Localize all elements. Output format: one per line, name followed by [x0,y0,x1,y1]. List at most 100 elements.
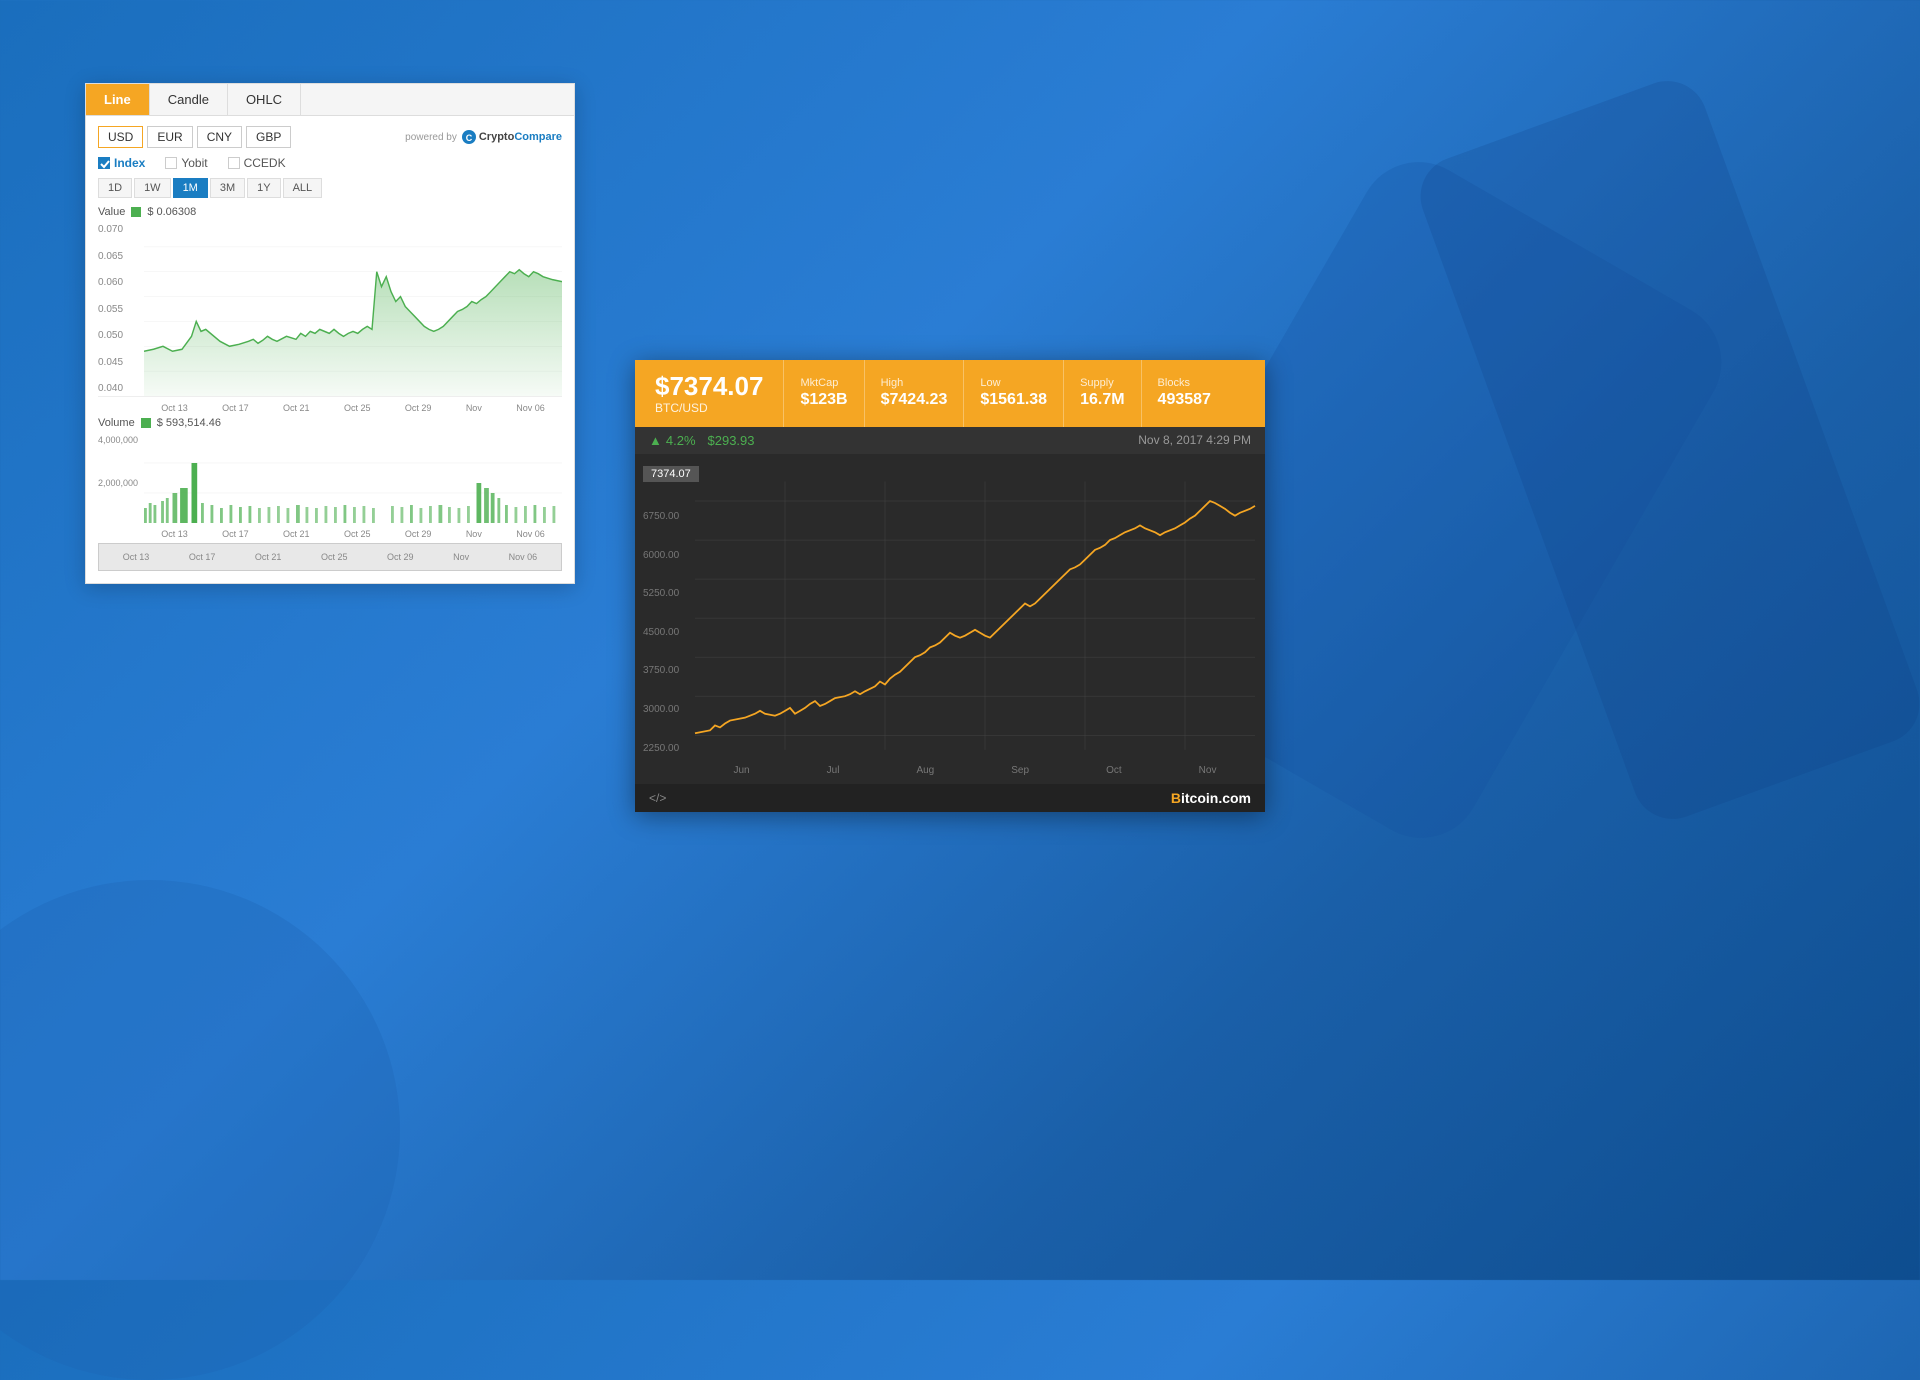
btc-x-sep: Sep [1011,765,1029,776]
x-label-6: Nov 06 [516,403,545,413]
exchange-yobit[interactable]: Yobit [165,156,207,170]
exchange-ccedk-label: CCEDK [244,156,286,170]
btc-price: $7374.07 [655,372,763,401]
stat-mktcap: MktCap $123B [784,360,864,427]
bitcoin-b: B [1171,790,1181,806]
y-label-1: 0.065 [98,251,144,262]
period-all[interactable]: ALL [283,178,323,198]
volume-label-row: Volume $ 593,514.46 [98,417,562,429]
y-axis-labels: 0.070 0.065 0.060 0.055 0.050 0.045 0.04… [98,222,144,396]
btc-y-2: 6750.00 [643,511,679,522]
x-label-5: Nov [466,403,482,413]
btc-pair: BTC/USD [655,401,763,415]
btc-y-4: 5250.00 [643,588,679,599]
high-label: High [881,377,948,389]
price-chart-inner [144,222,562,396]
btc-stats-header: $7374.07 BTC/USD MktCap $123B High $7424… [635,360,1265,427]
nav-label-4: Oct 29 [387,552,414,562]
navigator-bar[interactable]: Oct 13 Oct 17 Oct 21 Oct 25 Oct 29 Nov N… [98,543,562,571]
current-price-label: 7374.07 [643,466,699,482]
stat-blocks: Blocks 493587 [1142,360,1227,427]
currency-cny[interactable]: CNY [197,126,242,148]
y-label-4: 0.050 [98,330,144,341]
exchange-ccedk[interactable]: CCEDK [228,156,286,170]
period-1d[interactable]: 1D [98,178,132,198]
powered-by-text: powered by [405,132,457,143]
ccedk-checkbox[interactable] [228,157,240,169]
supply-value: 16.7M [1080,391,1124,409]
yobit-checkbox[interactable] [165,157,177,169]
vx-label-4: Oct 29 [405,529,432,539]
volume-chart-area: 4,000,000 2,000,000 [98,433,562,523]
y-label-6: 0.040 [98,383,144,394]
y-label-0: 0.070 [98,224,144,235]
vx-label-2: Oct 21 [283,529,310,539]
blocks-label: Blocks [1158,377,1211,389]
period-3m[interactable]: 3M [210,178,245,198]
btc-x-nov: Nov [1199,765,1217,776]
nav-label-3: Oct 25 [321,552,348,562]
exchange-index[interactable]: Index [98,156,145,170]
x-label-1: Oct 17 [222,403,249,413]
cryptocompare-widget: Line Candle OHLC USD EUR CNY GBP powered… [85,83,575,584]
logo-text: CryptoCompare [479,131,562,143]
svg-text:C: C [466,133,473,143]
currency-gbp[interactable]: GBP [246,126,291,148]
stat-high: High $7424.23 [865,360,965,427]
y-label-3: 0.055 [98,304,144,315]
low-label: Low [980,377,1047,389]
currency-eur[interactable]: EUR [147,126,192,148]
exchange-yobit-label: Yobit [181,156,207,170]
volume-amount: $ 593,514.46 [157,417,221,429]
tab-line[interactable]: Line [86,84,150,115]
btc-chart-container: 7374.07 6750.00 6000.00 5250.00 4500.00 … [635,454,1265,784]
blocks-value: 493587 [1158,391,1211,409]
btc-y-8: 2250.00 [643,743,679,754]
vx-label-0: Oct 13 [161,529,188,539]
value-color-box [131,207,141,217]
volume-color-box [141,418,151,428]
vx-label-6: Nov 06 [516,529,545,539]
volume-label-text: Volume [98,417,135,429]
period-1w[interactable]: 1W [134,178,171,198]
stat-supply: Supply 16.7M [1064,360,1141,427]
navigator-inner: Oct 13 Oct 17 Oct 21 Oct 25 Oct 29 Nov N… [99,544,561,570]
nav-label-1: Oct 17 [189,552,216,562]
exchange-index-label: Index [114,156,145,170]
period-1m[interactable]: 1M [173,178,208,198]
mktcap-value: $123B [800,391,847,409]
nav-label-0: Oct 13 [123,552,150,562]
widget-body: USD EUR CNY GBP powered by C CryptoCompa… [86,116,574,583]
volume-x-axis: Oct 13 Oct 17 Oct 21 Oct 25 Oct 29 Nov N… [98,529,562,539]
volume-y-axis: 4,000,000 2,000,000 [98,433,144,523]
btc-x-axis: Jun Jul Aug Sep Oct Nov [695,765,1255,776]
up-arrow-icon: ▲ [649,433,662,448]
low-value: $1561.38 [980,391,1047,409]
change-amount: $293.93 [708,433,755,448]
tab-bar: Line Candle OHLC [86,84,574,116]
period-1y[interactable]: 1Y [247,178,280,198]
btc-y-6: 3750.00 [643,665,679,676]
stat-low: Low $1561.38 [964,360,1064,427]
bitcoin-rest: itcoin.com [1181,790,1251,806]
btc-subheader: ▲ 4.2% $293.93 Nov 8, 2017 4:29 PM [635,427,1265,454]
tab-ohlc[interactable]: OHLC [228,84,301,115]
bitcoin-com-logo: Bitcoin.com [1171,790,1251,806]
vx-label-3: Oct 25 [344,529,371,539]
currency-usd[interactable]: USD [98,126,143,148]
x-label-2: Oct 21 [283,403,310,413]
vx-label-1: Oct 17 [222,529,249,539]
embed-icon[interactable]: </> [649,791,666,805]
y-label-5: 0.045 [98,357,144,368]
high-value: $7424.23 [881,391,948,409]
change-indicator: ▲ 4.2% [649,433,696,448]
price-chart-svg [144,222,562,396]
x-label-4: Oct 29 [405,403,432,413]
btc-stats-blocks: MktCap $123B High $7424.23 Low $1561.38 … [784,360,1265,427]
currency-buttons: USD EUR CNY GBP [98,126,291,148]
tab-candle[interactable]: Candle [150,84,228,115]
btc-chart-svg [635,462,1265,784]
price-chart-area: 0.070 0.065 0.060 0.055 0.050 0.045 0.04… [98,222,562,397]
value-label-text: Value [98,206,125,218]
index-checkbox[interactable] [98,157,110,169]
